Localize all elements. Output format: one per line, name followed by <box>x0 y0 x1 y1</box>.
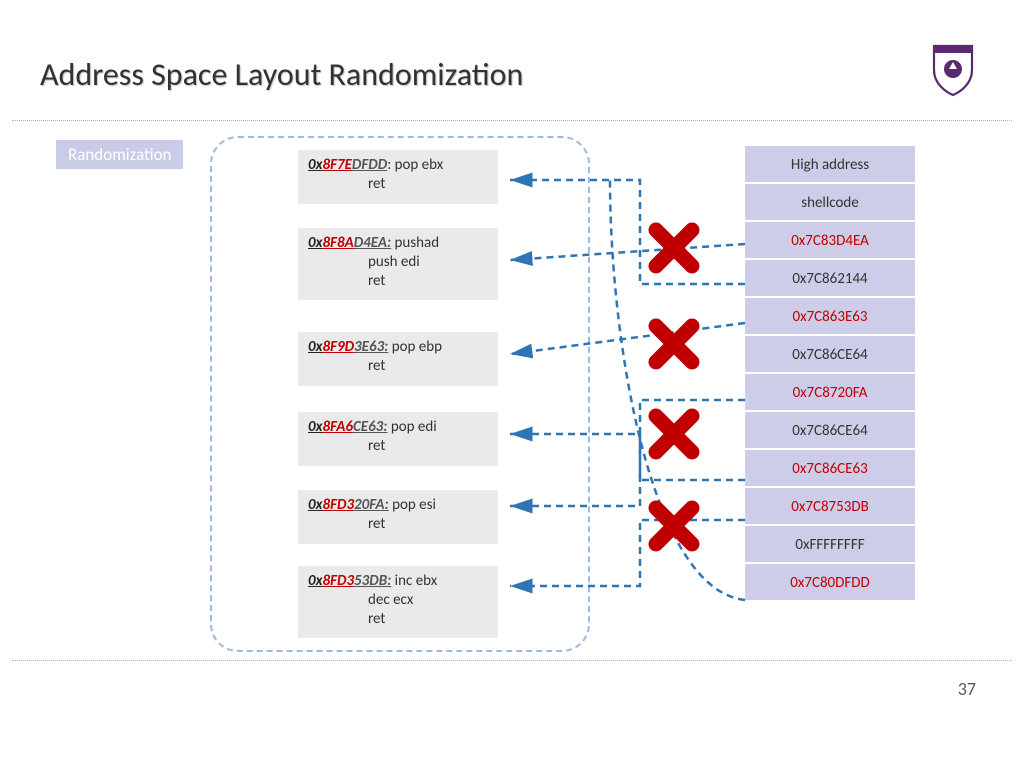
gadget-box: 0x8F8AD4EA: pushadpush ediret <box>298 228 498 300</box>
randomization-label: Randomization <box>56 140 183 169</box>
stack-cell: 0x7C86CE64 <box>745 412 915 450</box>
stack-cell: 0x7C86CE64 <box>745 336 915 374</box>
gadget-box: 0x8FD353DB: inc ebxdec ecxret <box>298 566 498 638</box>
cross-icon <box>648 318 700 370</box>
cross-icon <box>648 500 700 552</box>
cross-icon <box>648 222 700 274</box>
stack-cell: 0x7C8720FA <box>745 374 915 412</box>
gadget-box: 0x8FA6CE63: pop ediret <box>298 412 498 466</box>
cross-icon <box>648 408 700 460</box>
gadget-box: 0x8FD320FA: pop esiret <box>298 490 498 544</box>
university-logo-icon <box>930 42 976 97</box>
stack-cell: 0x7C86CE63 <box>745 450 915 488</box>
stack-cell: 0x7C8753DB <box>745 488 915 526</box>
divider-bottom <box>12 660 1012 661</box>
page-number: 37 <box>958 678 976 700</box>
gadget-box: 0x8F9D3E63: pop ebpret <box>298 332 498 386</box>
stack-cell: High address <box>745 146 915 184</box>
gadget-box: 0x8F7EDFDD: pop ebxret <box>298 150 498 204</box>
stack-cell: 0x7C83D4EA <box>745 222 915 260</box>
stack-cell: 0xFFFFFFFF <box>745 526 915 564</box>
divider-top <box>12 120 1012 121</box>
stack-cell: 0x7C863E63 <box>745 298 915 336</box>
stack-cell: shellcode <box>745 184 915 222</box>
page-title: Address Space Layout Randomization <box>40 55 523 94</box>
stack-table: High addressshellcode0x7C83D4EA0x7C86214… <box>745 146 915 602</box>
stack-cell: 0x7C862144 <box>745 260 915 298</box>
stack-cell: 0x7C80DFDD <box>745 564 915 602</box>
